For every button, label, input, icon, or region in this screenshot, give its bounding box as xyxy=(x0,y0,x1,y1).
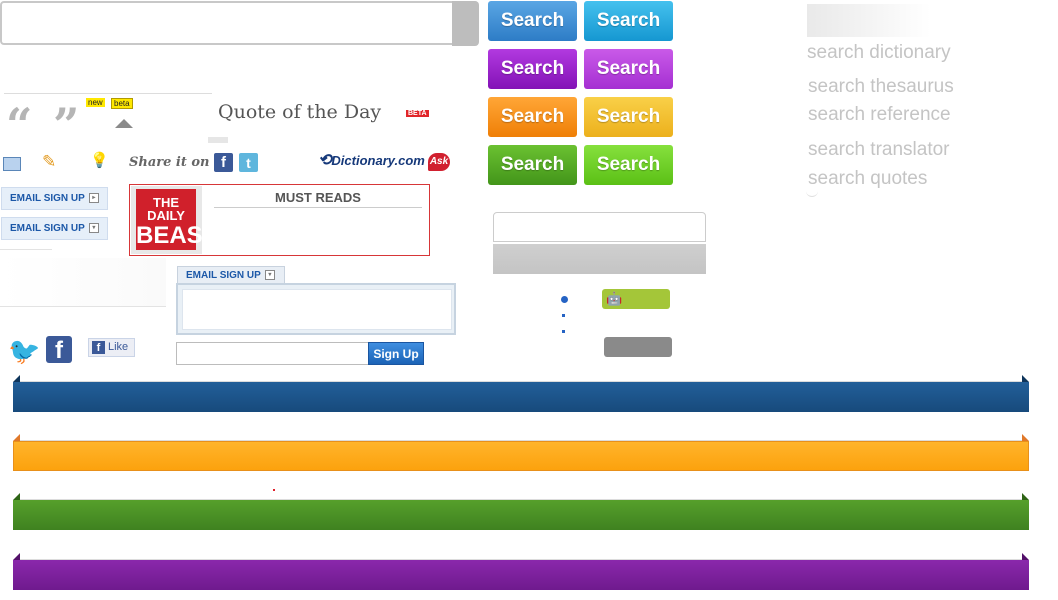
purple-ribbon xyxy=(13,560,1029,590)
daily-beast-logo[interactable]: THE DAILY BEAST xyxy=(136,189,218,250)
facebook-like-button[interactable]: f Like xyxy=(88,338,135,357)
chevron-right-icon: ▸ xyxy=(88,193,99,204)
carousel-dot-active[interactable] xyxy=(561,296,568,303)
close-quote-icon: ” xyxy=(53,98,80,152)
left-divider xyxy=(0,249,52,250)
twitter-bird-icon[interactable]: 🐦 xyxy=(8,336,40,367)
search-button-lime[interactable]: Search xyxy=(584,145,673,185)
apple-app-button[interactable] xyxy=(604,337,672,357)
quote-of-the-day-title: Quote of the Day xyxy=(218,101,382,123)
email-input[interactable] xyxy=(176,342,369,365)
monitor-icon[interactable] xyxy=(3,157,21,171)
ribbon-fold-left xyxy=(13,493,20,500)
android-icon: 🤖 xyxy=(606,291,623,306)
share-label: Share it on xyxy=(129,155,210,170)
facebook-f-icon: f xyxy=(92,341,105,354)
email-signup-tab-label: EMAIL SIGN UP xyxy=(186,270,261,281)
sign-up-button[interactable]: Sign Up xyxy=(368,342,424,365)
new-tag: new xyxy=(86,98,105,107)
open-quote-icon: “ xyxy=(6,98,33,152)
email-signup-content xyxy=(182,289,452,330)
search-quotes-link[interactable]: search quotes xyxy=(808,168,927,190)
daily-beast-line2: BEAST xyxy=(136,222,218,249)
facebook-icon[interactable]: f xyxy=(46,336,72,364)
email-signup-pill-label: EMAIL SIGN UP xyxy=(10,193,85,204)
ribbon-fold-left xyxy=(13,553,20,560)
left-panel xyxy=(0,258,166,307)
search-links-header xyxy=(807,4,931,37)
search-button-blue[interactable]: Search xyxy=(488,1,577,41)
green-ribbon xyxy=(13,500,1029,530)
collapse-arrow-icon[interactable] xyxy=(115,119,133,128)
ask-logo: Ask xyxy=(428,153,450,171)
email-signup-tab[interactable]: EMAIL SIGN UP ▾ xyxy=(177,266,285,284)
email-signup-pill-label: EMAIL SIGN UP xyxy=(10,223,85,234)
blue-ribbon xyxy=(13,382,1029,412)
facebook-share-icon[interactable]: f xyxy=(214,153,233,172)
ribbon-fold-right xyxy=(1022,553,1029,560)
search-button-orange[interactable]: Search xyxy=(488,97,577,137)
beta-tag: beta xyxy=(111,98,133,109)
chevron-down-icon: ▾ xyxy=(88,223,99,234)
email-signup-pill-2[interactable]: EMAIL SIGN UP ▾ xyxy=(1,217,108,240)
search-reference-link[interactable]: search reference xyxy=(808,104,951,126)
dictionary-logo: ⟲Dictionary.com xyxy=(318,152,425,169)
carousel-dot[interactable] xyxy=(562,314,565,317)
ribbon-fold-right xyxy=(1022,434,1029,441)
search-button-purple[interactable]: Search xyxy=(488,49,577,89)
orange-ribbon xyxy=(13,441,1029,471)
lightbulb-icon[interactable]: 💡 xyxy=(90,151,109,169)
search-button-violet[interactable]: Search xyxy=(584,49,673,89)
carousel-dot[interactable] xyxy=(562,330,565,333)
twitter-share-icon[interactable]: t xyxy=(239,153,258,172)
search-button-green[interactable]: Search xyxy=(488,145,577,185)
mid-search-input[interactable] xyxy=(493,212,706,242)
must-reads-title: MUST READS xyxy=(214,190,422,208)
email-signup-pill-1[interactable]: EMAIL SIGN UP ▸ xyxy=(1,187,108,210)
beta-badge: BETA xyxy=(406,110,429,117)
chevron-down-icon: ▾ xyxy=(264,270,275,281)
links-shadow xyxy=(806,190,818,197)
search-button-yellow[interactable]: Search xyxy=(584,97,673,137)
ribbon-fold-right xyxy=(1022,375,1029,382)
search-dictionary-link[interactable]: search dictionary xyxy=(807,42,951,64)
top-search-input[interactable] xyxy=(0,1,478,45)
dictionary-logo-text: Dictionary.com xyxy=(331,153,425,168)
ribbon-fold-right xyxy=(1022,493,1029,500)
search-translator-link[interactable]: search translator xyxy=(808,139,950,161)
android-app-button[interactable]: 🤖 xyxy=(602,289,670,309)
quote-divider xyxy=(4,93,212,94)
search-button-cyan[interactable]: Search xyxy=(584,1,673,41)
search-thesaurus-link[interactable]: search thesaurus xyxy=(808,76,954,98)
like-label: Like xyxy=(108,341,129,353)
mid-search-bar[interactable] xyxy=(493,244,706,274)
ribbon-fold-left xyxy=(13,434,20,441)
red-marker xyxy=(273,489,275,491)
daily-beast-line1: THE DAILY xyxy=(147,195,185,223)
top-search-button[interactable] xyxy=(452,1,479,46)
divider-chip xyxy=(208,137,228,143)
pencil-icon[interactable]: ✎ xyxy=(42,152,56,172)
ribbon-fold-left xyxy=(13,375,20,382)
